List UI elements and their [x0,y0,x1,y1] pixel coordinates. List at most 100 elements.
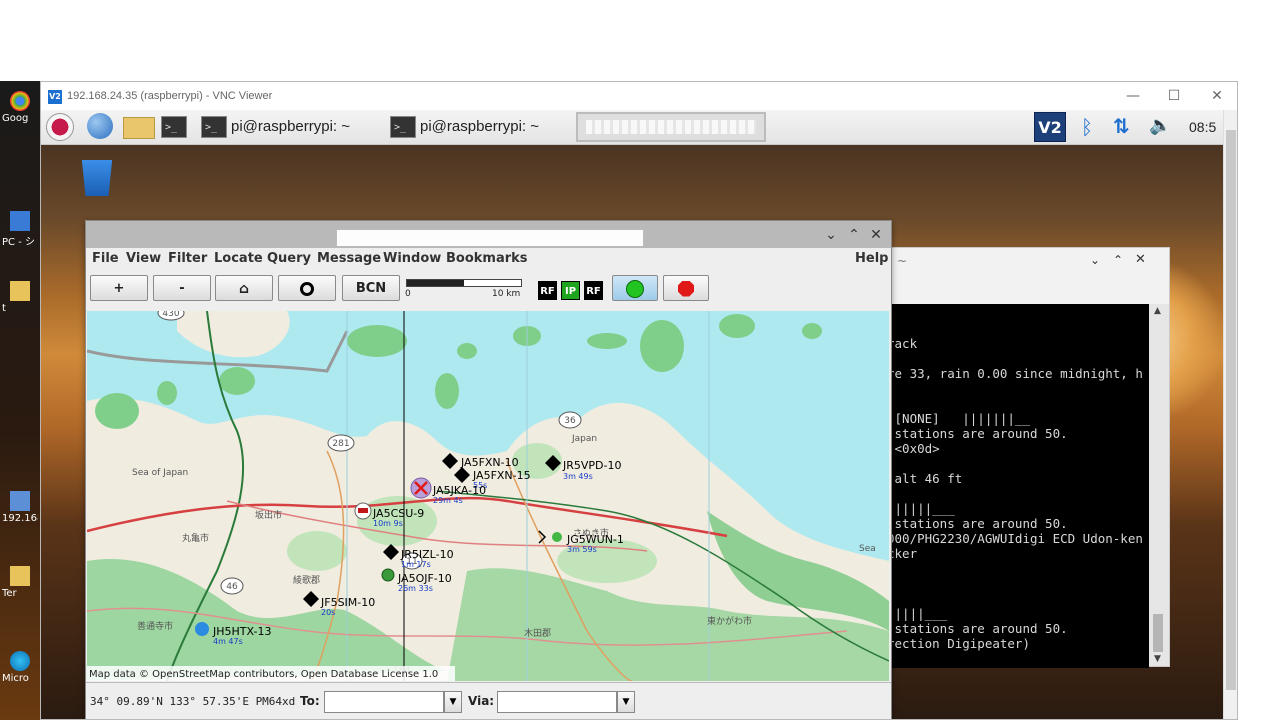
map-attribution: Map data © OpenStreetMap contributors, O… [89,669,438,680]
vnc-scroll-thumb[interactable] [1226,130,1236,690]
rf-port-status-2[interactable]: RF [584,281,603,300]
road-label: 46 [226,582,238,592]
to-dropdown-button[interactable]: ▼ [444,691,462,713]
menu-help[interactable]: Help [855,251,888,266]
beacon-button[interactable]: BCN [342,275,400,301]
maximize-button[interactable]: ☐ [1160,86,1188,106]
place-label: Sea of Japan [132,468,188,478]
home-button[interactable]: ⌂ [215,275,273,301]
to-field[interactable] [324,691,444,713]
terminal-output[interactable]: rack re 33, rain 0.00 since midnight, h … [887,304,1149,668]
menu-view[interactable]: View [126,251,161,266]
minimize-button[interactable]: — [1119,86,1147,106]
zoom-in-button[interactable]: + [90,275,148,301]
edge-icon [10,651,30,671]
yaac-maximize-button[interactable]: ⌃ [844,225,864,245]
terminal-window[interactable]: ~ ⌄ ⌃ ✕ rack re 33, rain 0.00 since midn… [886,247,1170,668]
go-button[interactable] [612,275,658,301]
terminal-line: stations are around 50. [887,426,1068,441]
map-canvas[interactable]: 430 281 36 46 11 Sea of Japan Japan 坂出市 … [87,311,889,681]
volume-icon[interactable]: 🔈 [1149,115,1171,136]
globe-icon [87,113,113,139]
scroll-up-icon[interactable]: ▲ [1154,306,1161,316]
island [719,314,755,338]
menu-filter[interactable]: Filter [168,251,207,266]
terminal-line: rection Digipeater) [887,636,1030,651]
network-icon[interactable]: ⇅ [1113,114,1130,138]
station-callsign: JA5FXN-10 [460,456,519,469]
toolbar: + - ⌂ BCN 0 10 km RF IP RF [86,270,891,310]
park [287,531,347,571]
menu-query[interactable]: Query [267,251,311,266]
menu-message[interactable]: Message [317,251,381,266]
place-label: 善通寺市 [137,620,173,632]
to-label: To: [300,694,320,708]
terminal-icon: >_ [390,116,416,139]
menu-file[interactable]: File [92,251,119,266]
via-dropdown-button[interactable]: ▼ [617,691,635,713]
island [435,373,459,409]
vnc-tray-icon[interactable]: V2 [1034,112,1066,142]
via-label: Via: [468,694,495,708]
scale-end-label: 10 km [492,289,521,299]
island [587,333,627,349]
vnc-viewer-window: V2 192.168.24.35 (raspberrypi) - VNC Vie… [40,81,1238,720]
terminal-title: ~ [897,254,908,268]
clock[interactable]: 08:5 [1189,119,1216,135]
ip-port-status[interactable]: IP [561,281,580,300]
road-shield-36: 36 [558,411,582,429]
place-label: 綾歌郡 [293,574,320,586]
terminal-scrollbar[interactable]: ▲ ▼ [1149,304,1169,666]
yaac-minimize-button[interactable]: ⌄ [821,225,841,245]
yaac-close-button[interactable]: ✕ [866,225,886,245]
raspberry-icon [46,113,74,141]
terminal-line: alt 46 ft [887,471,963,486]
terminal-line: re 33, rain 0.00 since midnight, h [887,366,1143,381]
terminal-line: 000/PHG2230/AGWUIdigi ECD Udon-ken [887,531,1143,546]
bluetooth-icon[interactable]: ᛒ [1081,115,1093,139]
yaac-titlebar[interactable]: ⌄ ⌃ ✕ [86,221,891,249]
menu-window[interactable]: Window [383,251,441,266]
status-bar: 34° 09.89'N 133° 57.35'E PM64xd To: ▼ Vi… [86,682,891,719]
terminal-maximize-button[interactable]: ⌃ [1113,253,1123,267]
stop-button[interactable] [663,275,709,301]
map-view[interactable]: 430 281 36 46 11 Sea of Japan Japan 坂出市 … [87,311,889,681]
terminal-close-button[interactable]: ✕ [1135,252,1146,267]
rf-port-status[interactable]: RF [538,281,557,300]
terminal-launcher[interactable]: >_ [161,113,191,141]
folder-icon [10,281,30,301]
zoom-out-button[interactable]: - [153,275,211,301]
remote-desktop[interactable]: >_ >_ pi@raspberrypi: ~ >_ pi@raspberrypi:… [41,110,1223,719]
desktop-icon-pc[interactable]: PC - シ [2,211,38,248]
map-scale-bar [406,279,522,287]
desktop-icon-terminal[interactable]: Ter [2,566,38,599]
desktop-icon-edge[interactable]: Micro [2,651,38,684]
trash-icon[interactable] [81,160,113,196]
desktop-icon-folder[interactable]: t [2,281,38,314]
station-age: 10m 9s [373,519,403,528]
yaac-window[interactable]: ⌄ ⌃ ✕ File View Filter Locate Query Mess… [85,220,892,719]
scroll-thumb[interactable] [1153,614,1163,652]
scroll-down-icon[interactable]: ▼ [1154,654,1161,664]
close-button[interactable]: ✕ [1203,86,1231,106]
place-label: 東かがわ市 [707,615,752,627]
center-button[interactable] [278,275,336,301]
raspberry-menu-button[interactable] [46,113,74,141]
file-manager-launcher[interactable] [123,113,155,141]
folder-icon [10,566,30,586]
redacted-title [586,120,756,134]
car-body [358,508,368,513]
terminal-minimize-button[interactable]: ⌄ [1090,253,1100,267]
taskbar-item-terminal-2[interactable]: >_ pi@raspberrypi: ~ [390,114,570,140]
taskbar-item-yaac[interactable] [576,112,766,142]
taskbar-item-terminal-1[interactable]: >_ pi@raspberrypi: ~ [201,114,381,140]
menu-bookmarks[interactable]: Bookmarks [446,251,528,266]
vnc-titlebar[interactable]: V2 192.168.24.35 (raspberrypi) - VNC Vie… [41,82,1237,110]
via-field[interactable] [497,691,617,713]
island [457,343,477,359]
browser-launcher[interactable] [87,113,117,141]
desktop-icon-chrome[interactable]: Goog [2,91,38,124]
desktop-icon-vnc-conn[interactable]: 192.168 — [2,491,38,524]
menu-locate[interactable]: Locate [214,251,263,266]
